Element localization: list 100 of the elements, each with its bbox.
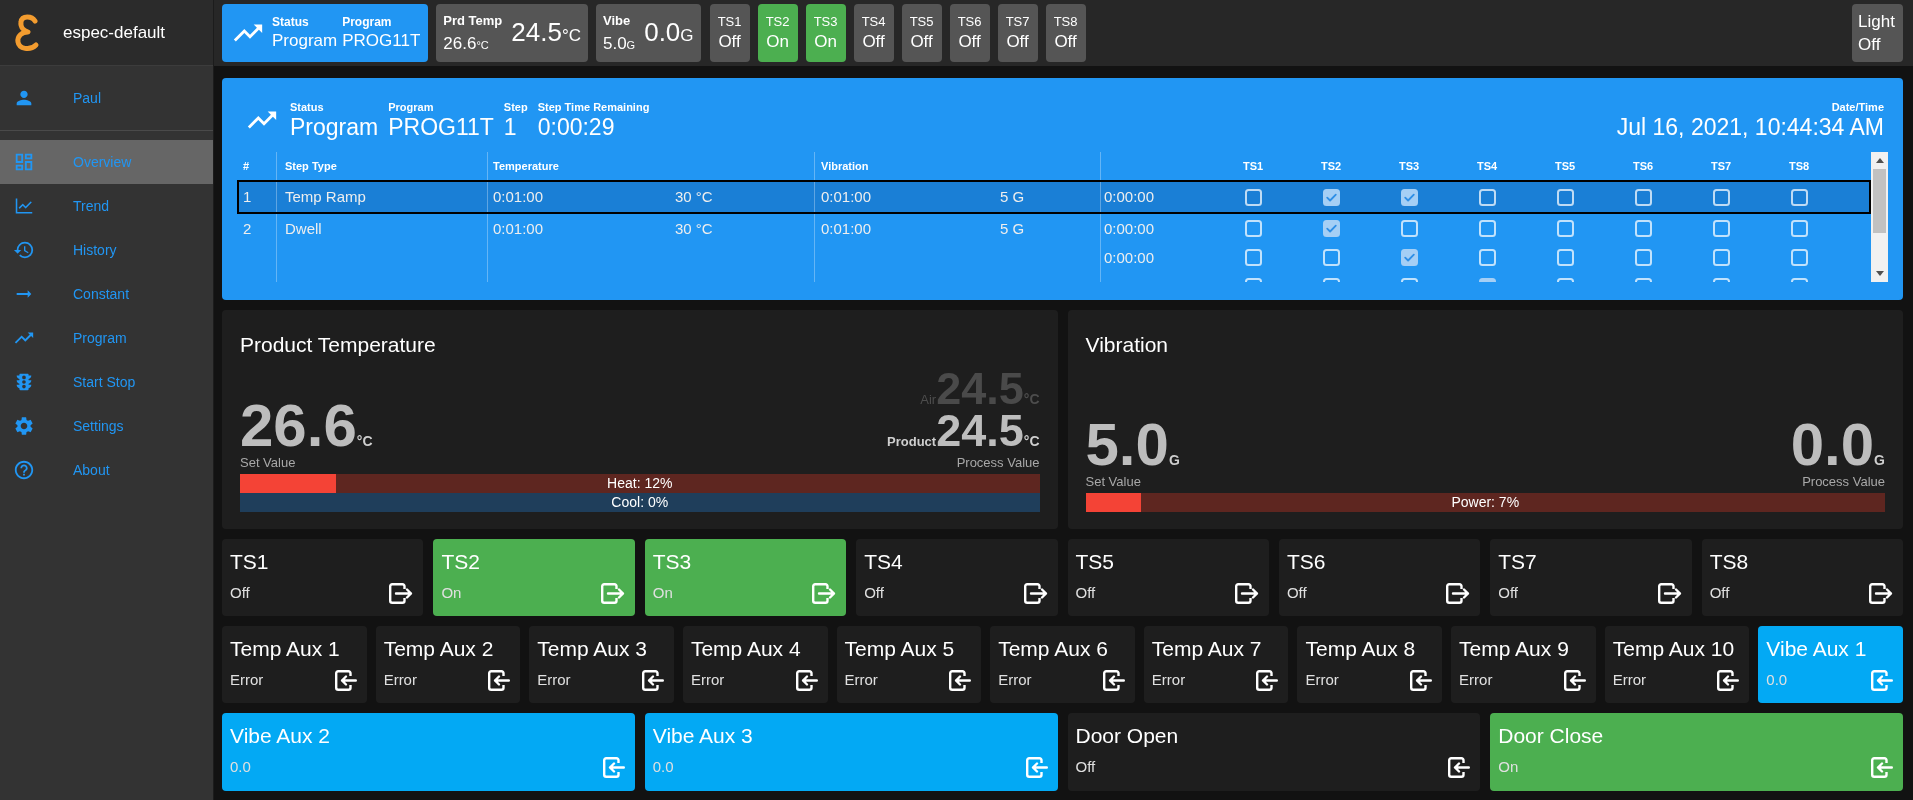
arrow-out-of-box-icon — [600, 582, 625, 604]
value-caption: Process Value — [956, 455, 1040, 470]
column-header: TS6 — [1632, 158, 1654, 174]
field-label: Status — [290, 100, 325, 114]
table-row[interactable]: 2 Dwell 0:01:00 30 °C 0:01:00 5 G 0:00:00 0:00:00 — [237, 214, 1871, 282]
scrollbar-thumb[interactable] — [1873, 169, 1886, 233]
value-caption: Set Value — [240, 455, 296, 470]
product-temperature-value: 24.5 — [936, 410, 1024, 452]
arrow-out-of-box-icon — [1234, 582, 1259, 604]
date-time-value: Jul 16, 2021, 10:44:34 AM — [1616, 114, 1884, 140]
tile-title: TS3 — [652, 550, 693, 574]
tile-title: Door Close — [1498, 724, 1605, 748]
table-cell-text: Dwell — [285, 219, 323, 239]
tile-value: Error — [998, 671, 1032, 689]
tile-value: Error — [230, 671, 264, 689]
column-header: TS1 — [1242, 158, 1264, 174]
column-header: Temperature — [493, 158, 559, 174]
column-header: TS5 — [1554, 158, 1576, 174]
tile-title: TS5 — [1075, 550, 1115, 574]
tile-label: TS5 — [909, 13, 934, 30]
column-header: TS2 — [1320, 158, 1342, 174]
field-value: 0:00:29 — [537, 114, 616, 140]
caret-up-icon[interactable] — [1875, 158, 1884, 163]
reading-value: 0.0 — [644, 17, 681, 48]
tile-title: TS7 — [1498, 550, 1538, 574]
tile-value: Off — [1075, 584, 1096, 602]
set-value: 5.0 — [602, 32, 627, 55]
tile-label: Light — [1858, 11, 1895, 33]
column-header: TS8 — [1788, 158, 1810, 174]
sidebar-item[interactable]: Settings — [0, 404, 213, 448]
tile-label: TS6 — [957, 13, 982, 30]
table-cell-text: 0:00:00 — [1104, 219, 1155, 239]
scrollbar-track[interactable] — [1871, 152, 1888, 282]
field-label: Step Time Remaining — [537, 100, 650, 114]
tile-value: On — [814, 31, 837, 53]
tile-title: TS6 — [1286, 550, 1327, 574]
sidebar-item[interactable]: Trend — [0, 184, 213, 228]
tile-value: Off — [1709, 584, 1730, 602]
tile-title: Temp Aux 4 — [690, 637, 802, 661]
tile-value: On — [652, 584, 673, 602]
checkbox[interactable] — [1400, 249, 1418, 266]
field-value: PROG11T — [342, 30, 421, 52]
tile-value: Off — [864, 584, 884, 602]
tile-title: Temp Aux 10 — [1612, 637, 1736, 661]
reading-value: 24.5 — [511, 17, 562, 48]
arrow-out-of-box-icon — [1446, 582, 1471, 604]
table-cell-text: 0:00:00 — [1104, 187, 1155, 207]
tile-title: TS2 — [441, 550, 481, 574]
arrow-into-box-icon — [334, 669, 357, 691]
tile-value: Off — [230, 584, 250, 602]
arrow-into-box-icon — [1448, 756, 1471, 778]
tile-value: 0.0 — [230, 758, 251, 776]
unit-label: °C — [476, 38, 489, 53]
tile-title: Temp Aux 3 — [537, 637, 648, 661]
sidebar-item[interactable]: Program — [0, 316, 213, 360]
tile-value: Off — [1498, 584, 1518, 602]
tile-title: Vibe Aux 1 — [1766, 637, 1868, 661]
sidebar-item[interactable]: Start Stop — [0, 360, 213, 404]
arrow-into-box-icon — [1871, 756, 1893, 778]
table-cell-text: 5 G — [1000, 219, 1026, 239]
panel-title: Vibration — [1085, 333, 1169, 357]
sidebar-item[interactable]: About — [0, 448, 213, 492]
sidebar-item[interactable]: History — [0, 228, 213, 272]
set-value: 26.6 — [443, 32, 477, 55]
sidebar-item[interactable]: Constant — [0, 272, 213, 316]
field-label: Step — [503, 100, 528, 114]
tile-value: Off — [1286, 584, 1307, 602]
checkbox[interactable] — [1400, 188, 1418, 206]
field-value: 1 — [503, 114, 518, 140]
checkbox[interactable] — [1322, 220, 1340, 237]
table-cell-text: 5 G — [1000, 187, 1026, 207]
tile-label: TS8 — [1053, 13, 1078, 30]
tile-value: Off — [910, 31, 933, 53]
table-row[interactable]: 1 Temp Ramp 0:01:00 30 °C 0:01:00 5 G 0:00:00 — [237, 180, 1871, 214]
unit-label: G — [1168, 452, 1180, 470]
tile-value: Off — [862, 31, 885, 53]
field-label: Status — [272, 14, 310, 30]
bar-label: Cool: 0% — [611, 493, 669, 512]
tile-label: TS3 — [813, 13, 838, 30]
table-cell-text: 0:01:00 — [493, 219, 545, 239]
table-cell-text: 30 °C — [675, 219, 714, 239]
value-caption: Process Value — [1802, 474, 1885, 489]
value-caption: Set Value — [1085, 474, 1141, 489]
field-label: Date/Time — [1831, 100, 1884, 114]
app-title: espec-default — [63, 21, 166, 44]
tile-value: Error — [1305, 671, 1339, 689]
set-value: 26.6 — [240, 401, 357, 451]
checkbox[interactable] — [1322, 188, 1340, 206]
column-header: Vibration — [821, 158, 869, 174]
arrow-into-box-icon — [1256, 669, 1279, 691]
tile-label: Vibe — [602, 11, 632, 30]
arrow-into-box-icon — [1871, 669, 1893, 691]
unit-label: °C — [561, 25, 581, 48]
arrow-into-box-icon — [795, 669, 818, 691]
bar-label: Heat: 12% — [607, 474, 673, 493]
logo-icon — [13, 12, 41, 53]
tile-label: TS2 — [765, 13, 790, 30]
caret-down-icon[interactable] — [1875, 271, 1884, 276]
arrow-out-of-box-icon — [812, 582, 837, 604]
tile-label: TS4 — [861, 13, 886, 30]
